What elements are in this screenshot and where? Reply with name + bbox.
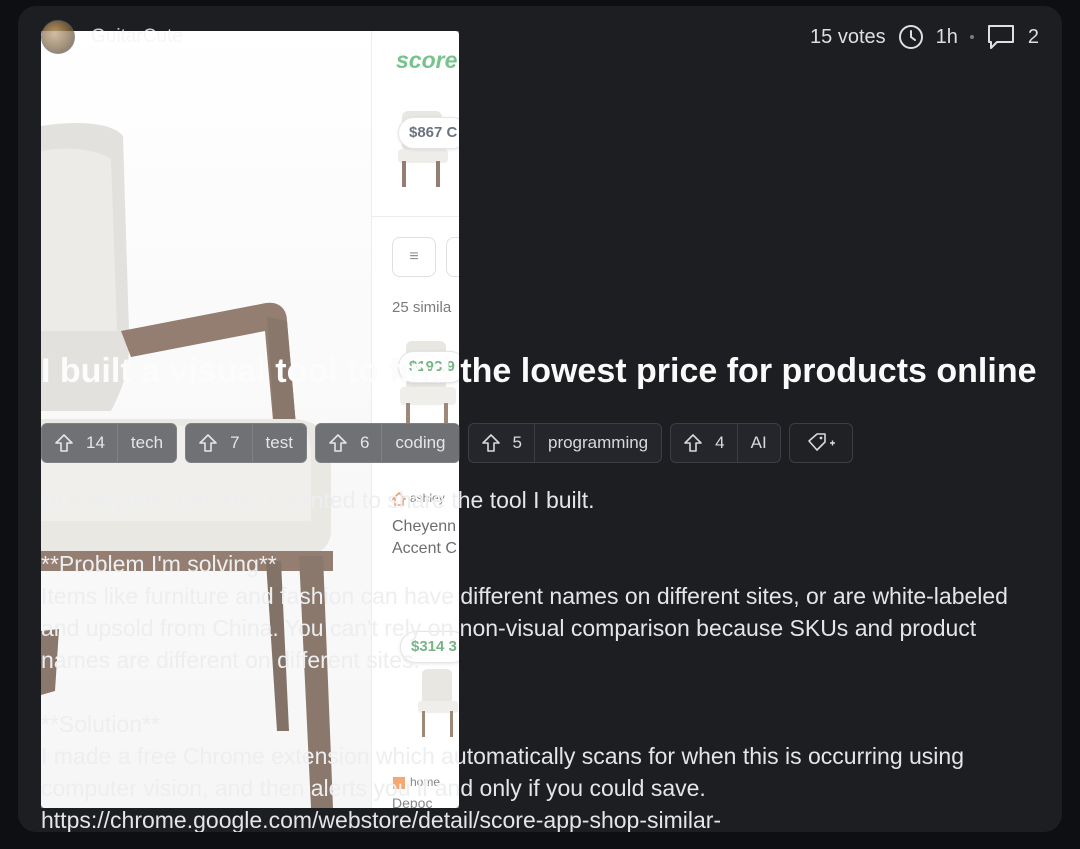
tag-chip[interactable]: 6 coding (314, 423, 460, 463)
filter-icon[interactable]: ≡ (392, 237, 436, 277)
tag-label[interactable]: coding (382, 424, 458, 462)
author-name[interactable]: GuitarCute (91, 26, 183, 48)
post-meta: 15 votes 1h 2 (810, 20, 1039, 54)
tag-upvote-button[interactable]: 14 (42, 424, 118, 462)
tag-vote-count: 4 (715, 433, 725, 452)
solution-heading: **Solution** (41, 711, 160, 737)
body-paragraph: Items like furniture and fashion can hav… (41, 583, 1008, 673)
brand-logo: score (396, 47, 458, 73)
comment-count[interactable]: 2 (1028, 26, 1039, 49)
tag-vote-count: 7 (230, 433, 240, 452)
tag-label[interactable]: test (253, 424, 306, 462)
tag-chip[interactable]: 4 AI (670, 423, 781, 463)
price-pill: $867 C (398, 117, 459, 149)
arrow-up-icon (481, 434, 500, 452)
sort-button[interactable] (446, 237, 459, 277)
vote-count: 15 votes (810, 25, 886, 48)
extension-link[interactable]: https://chrome.google.com/webstore/detai… (41, 804, 1041, 832)
comment-icon[interactable] (986, 23, 1016, 51)
tag-upvote-button[interactable]: 6 (316, 424, 383, 462)
post-time: 1h (935, 25, 958, 48)
post-body: Hi everyone from HN! I wanted to share t… (41, 484, 1041, 832)
avatar[interactable] (41, 20, 75, 54)
add-tag-button[interactable] (788, 423, 853, 463)
tag-list: 14 tech 7 test 6 coding 5 programming 4 … (41, 423, 853, 463)
body-paragraph: Hi everyone from HN! I wanted to share t… (41, 487, 595, 513)
tag-plus-icon (807, 433, 835, 451)
problem-heading: **Problem I'm solving** (41, 551, 277, 577)
post-card[interactable]: score $867 C ≡ 25 simila $193.9 ashley C… (18, 6, 1062, 832)
arrow-up-icon (684, 434, 702, 452)
post-title[interactable]: I built a visual tool to find the lowest… (41, 352, 1037, 391)
arrow-up-icon (199, 434, 217, 452)
tag-chip[interactable]: 5 programming (467, 423, 663, 463)
tag-label[interactable]: tech (118, 424, 176, 462)
body-paragraph: I made a free Chrome extension which aut… (41, 743, 964, 801)
separator-dot (969, 35, 974, 39)
tag-chip[interactable]: 7 test (185, 423, 307, 463)
tag-upvote-button[interactable]: 7 (186, 424, 253, 462)
tag-vote-count: 5 (512, 433, 522, 452)
tag-chip[interactable]: 14 tech (41, 423, 178, 463)
arrow-up-icon (329, 434, 347, 452)
tag-label[interactable]: programming (535, 424, 661, 462)
arrow-up-icon (55, 434, 73, 452)
divider (372, 216, 459, 217)
clock-icon (898, 25, 923, 49)
tag-upvote-button[interactable]: 5 (469, 424, 535, 462)
tag-vote-count: 14 (86, 433, 105, 452)
tag-vote-count: 6 (359, 433, 370, 452)
tag-upvote-button[interactable]: 4 (671, 424, 738, 462)
tag-label[interactable]: AI (738, 424, 780, 462)
author[interactable]: GuitarCute (41, 20, 183, 54)
similar-count: 25 simila (392, 299, 452, 316)
